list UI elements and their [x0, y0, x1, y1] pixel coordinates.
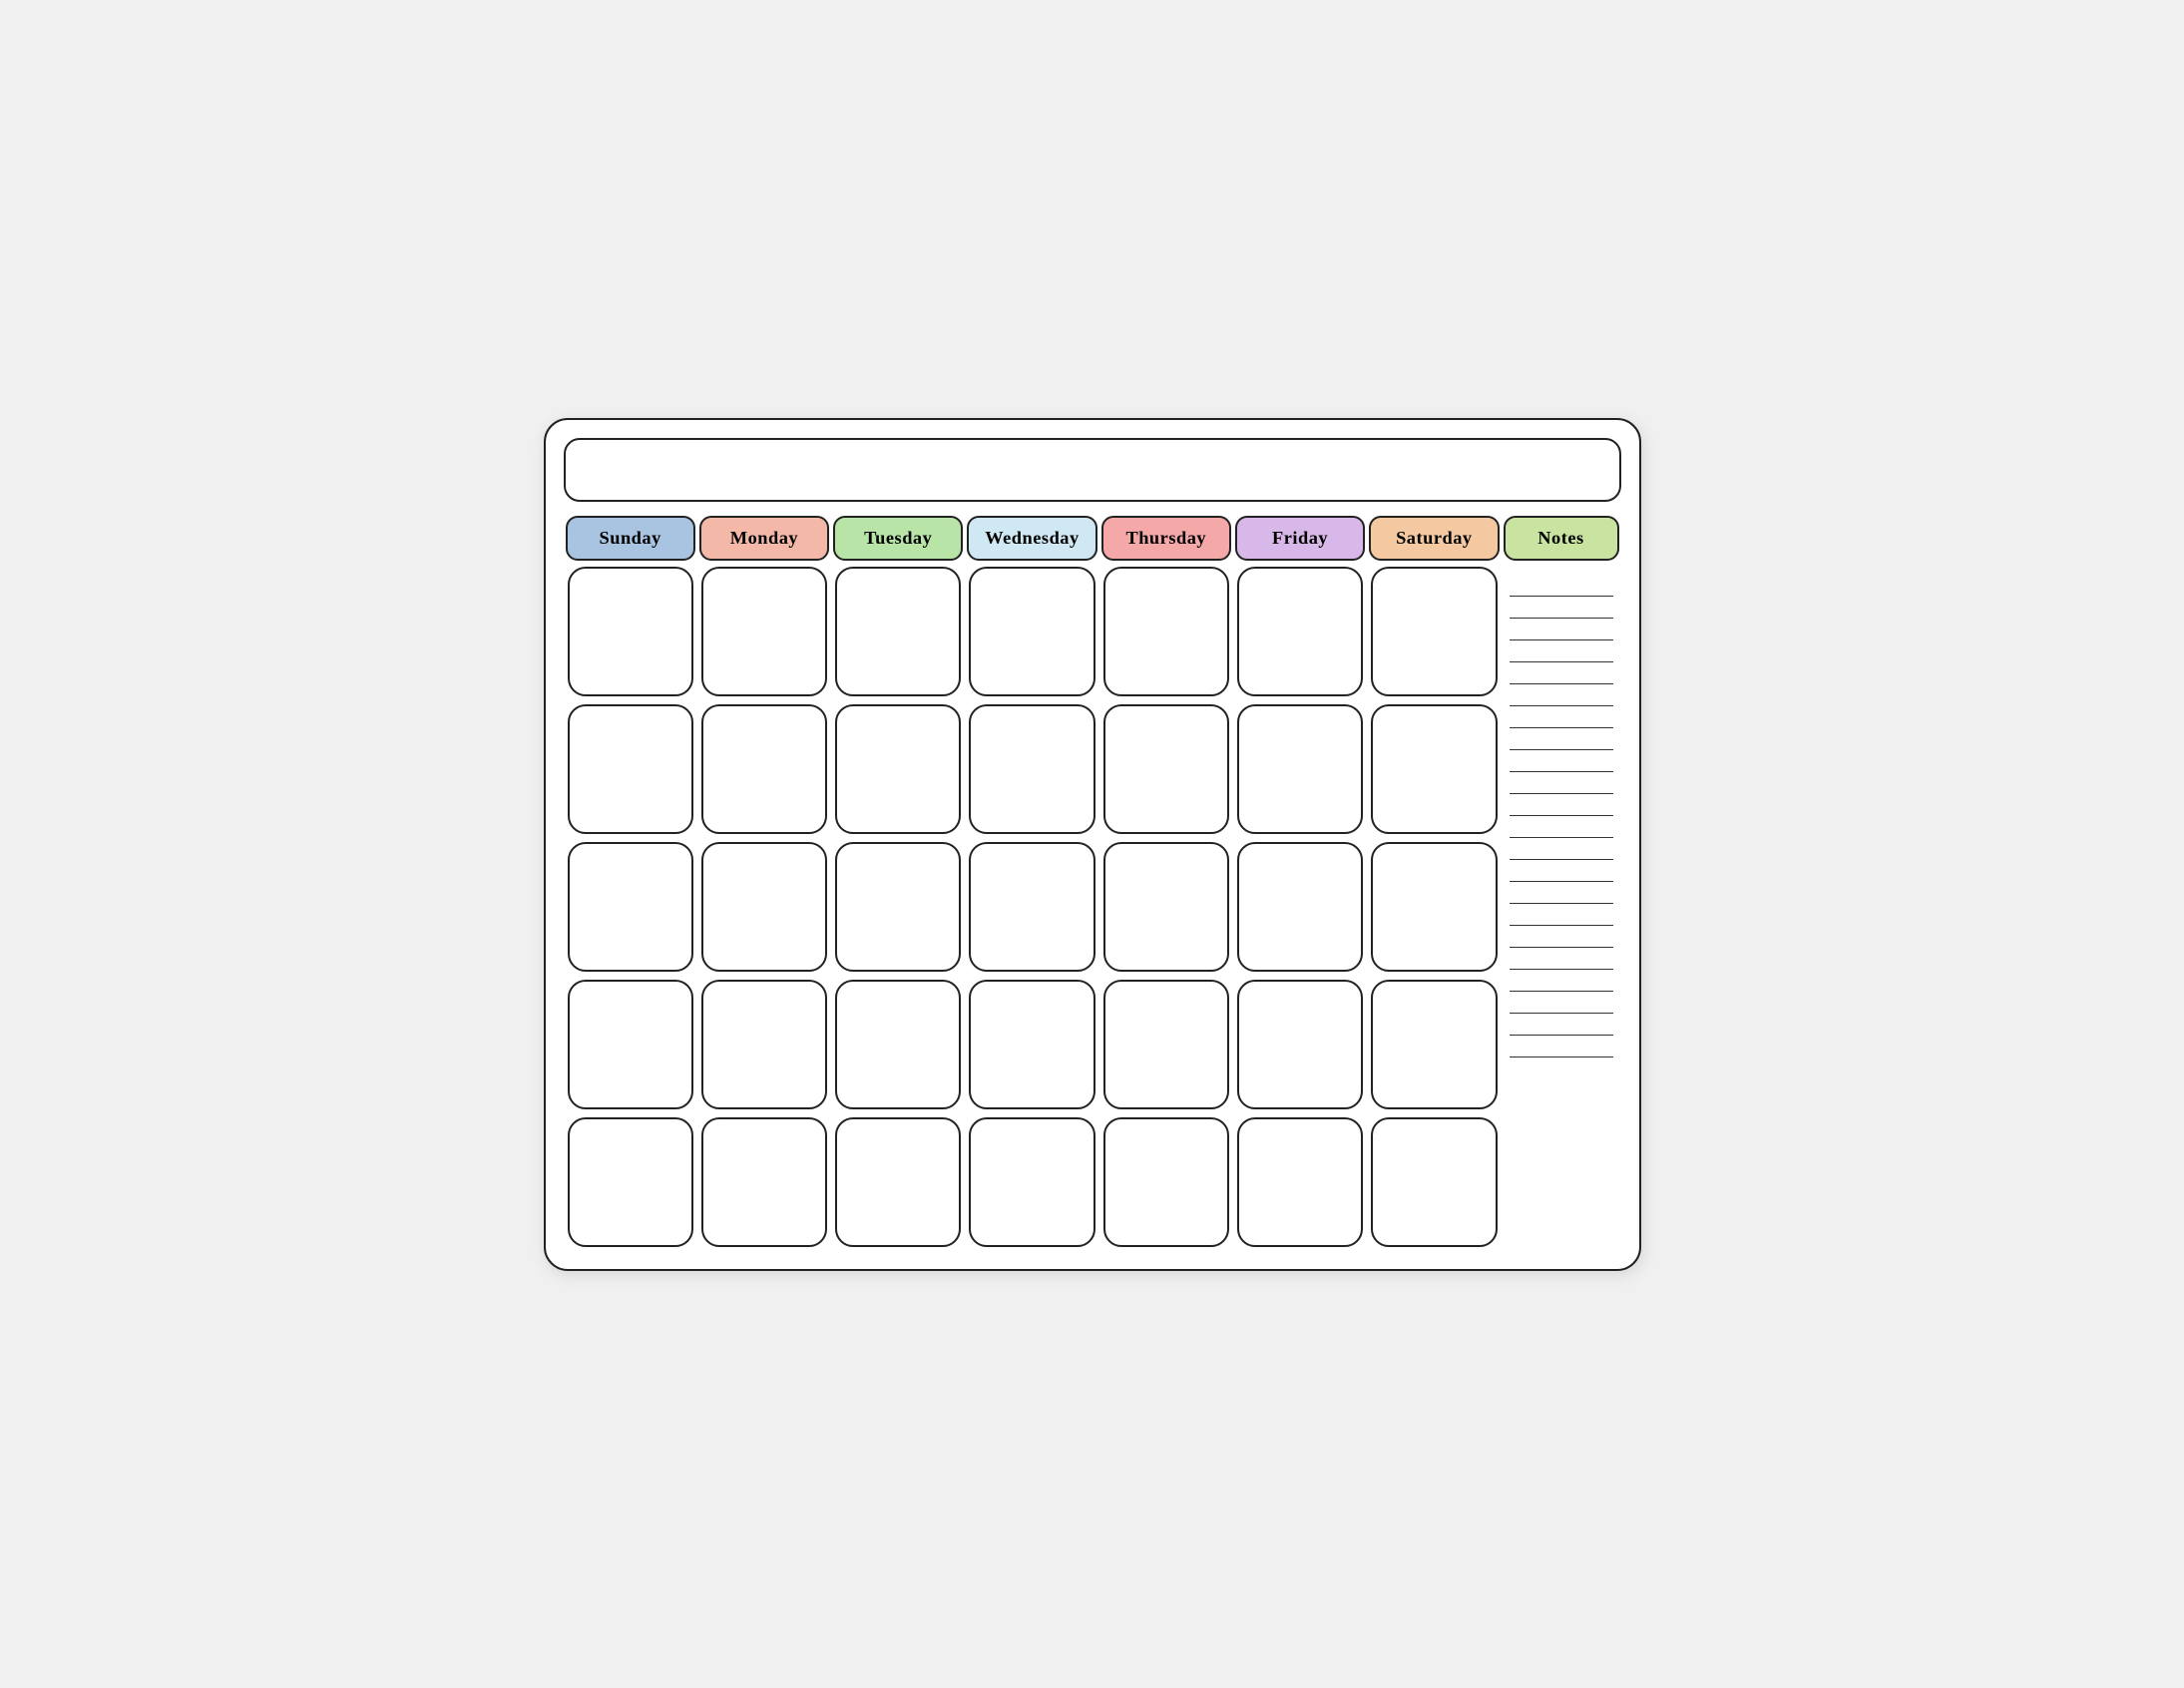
day-cell[interactable] [1237, 842, 1363, 972]
calendar-container: SundayMondayTuesdayWednesdayThursdayFrid… [544, 418, 1641, 1271]
day-cell[interactable] [1103, 980, 1229, 1109]
day-cell[interactable] [1237, 567, 1363, 696]
header-thursday: Thursday [1101, 516, 1231, 561]
note-line[interactable] [1510, 684, 1613, 706]
day-cell[interactable] [1103, 567, 1229, 696]
note-line[interactable] [1510, 970, 1613, 992]
day-cell[interactable] [835, 980, 961, 1109]
note-line[interactable] [1510, 619, 1613, 640]
day-cell[interactable] [701, 704, 827, 834]
day-cell[interactable] [835, 1117, 961, 1247]
note-line[interactable] [1510, 816, 1613, 838]
note-line[interactable] [1510, 750, 1613, 772]
day-cell[interactable] [1371, 842, 1497, 972]
note-line[interactable] [1510, 640, 1613, 662]
note-line[interactable] [1510, 772, 1613, 794]
note-line[interactable] [1510, 728, 1613, 750]
title-bar[interactable] [564, 438, 1621, 502]
day-cell[interactable] [701, 567, 827, 696]
note-line[interactable] [1510, 948, 1613, 970]
day-cell[interactable] [1237, 980, 1363, 1109]
header-saturday: Saturday [1369, 516, 1499, 561]
day-cell[interactable] [568, 842, 693, 972]
note-line[interactable] [1510, 662, 1613, 684]
note-line[interactable] [1510, 860, 1613, 882]
day-cell[interactable] [1371, 704, 1497, 834]
day-cell[interactable] [835, 704, 961, 834]
day-cell[interactable] [835, 842, 961, 972]
header-monday: Monday [699, 516, 829, 561]
day-cell[interactable] [568, 1117, 693, 1247]
day-cell[interactable] [1103, 842, 1229, 972]
header-notes: Notes [1504, 516, 1619, 561]
note-line[interactable] [1510, 706, 1613, 728]
header-wednesday: Wednesday [967, 516, 1096, 561]
day-cell[interactable] [701, 842, 827, 972]
day-cell[interactable] [969, 704, 1094, 834]
day-cell[interactable] [835, 567, 961, 696]
day-cell[interactable] [1103, 1117, 1229, 1247]
note-line[interactable] [1510, 882, 1613, 904]
day-cell[interactable] [701, 980, 827, 1109]
day-cell[interactable] [701, 1117, 827, 1247]
note-line[interactable] [1510, 1014, 1613, 1036]
note-line[interactable] [1510, 926, 1613, 948]
note-line[interactable] [1510, 794, 1613, 816]
header-friday: Friday [1235, 516, 1365, 561]
day-cell[interactable] [969, 842, 1094, 972]
day-cell[interactable] [969, 980, 1094, 1109]
day-cell[interactable] [969, 1117, 1094, 1247]
notes-section[interactable] [1506, 567, 1617, 1247]
calendar-grid: SundayMondayTuesdayWednesdayThursdayFrid… [564, 514, 1621, 1251]
header-tuesday: Tuesday [833, 516, 963, 561]
note-line[interactable] [1510, 838, 1613, 860]
day-cell[interactable] [1237, 704, 1363, 834]
header-sunday: Sunday [566, 516, 695, 561]
day-cell[interactable] [568, 704, 693, 834]
day-cell[interactable] [1371, 980, 1497, 1109]
day-cell[interactable] [1237, 1117, 1363, 1247]
day-cell[interactable] [969, 567, 1094, 696]
note-line[interactable] [1510, 597, 1613, 619]
day-cell[interactable] [568, 567, 693, 696]
note-line[interactable] [1510, 992, 1613, 1014]
day-cell[interactable] [1371, 1117, 1497, 1247]
day-cell[interactable] [1103, 704, 1229, 834]
note-line[interactable] [1510, 904, 1613, 926]
day-cell[interactable] [568, 980, 693, 1109]
day-cell[interactable] [1371, 567, 1497, 696]
note-line[interactable] [1510, 1036, 1613, 1057]
note-line[interactable] [1510, 575, 1613, 597]
